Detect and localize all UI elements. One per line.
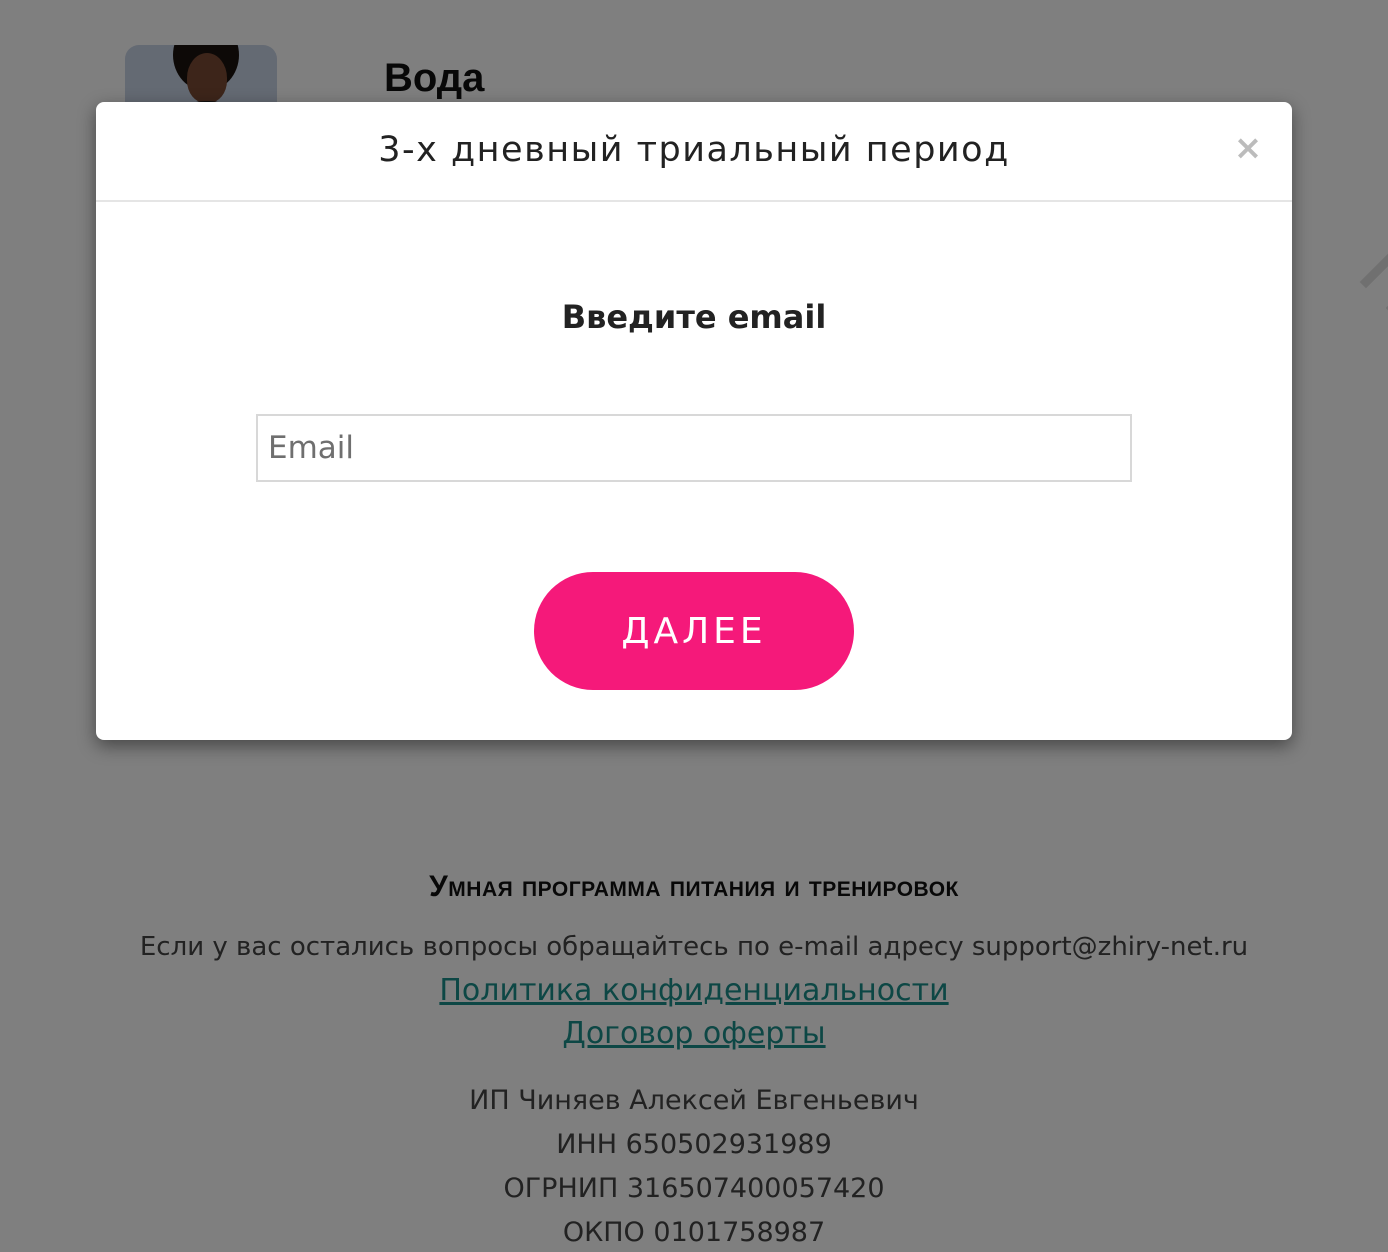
email-field[interactable]	[256, 414, 1132, 482]
modal-header: 3-х дневный триальный период ×	[96, 102, 1292, 202]
modal-title: 3-х дневный триальный период	[378, 130, 1010, 170]
next-button[interactable]: ДАЛЕЕ	[534, 572, 854, 690]
trial-modal: 3-х дневный триальный период × Введите e…	[96, 102, 1292, 740]
email-heading: Введите email	[561, 298, 827, 336]
page: Вода Умная программа питания и тренирово…	[0, 0, 1388, 1252]
close-icon[interactable]: ×	[1232, 131, 1264, 165]
